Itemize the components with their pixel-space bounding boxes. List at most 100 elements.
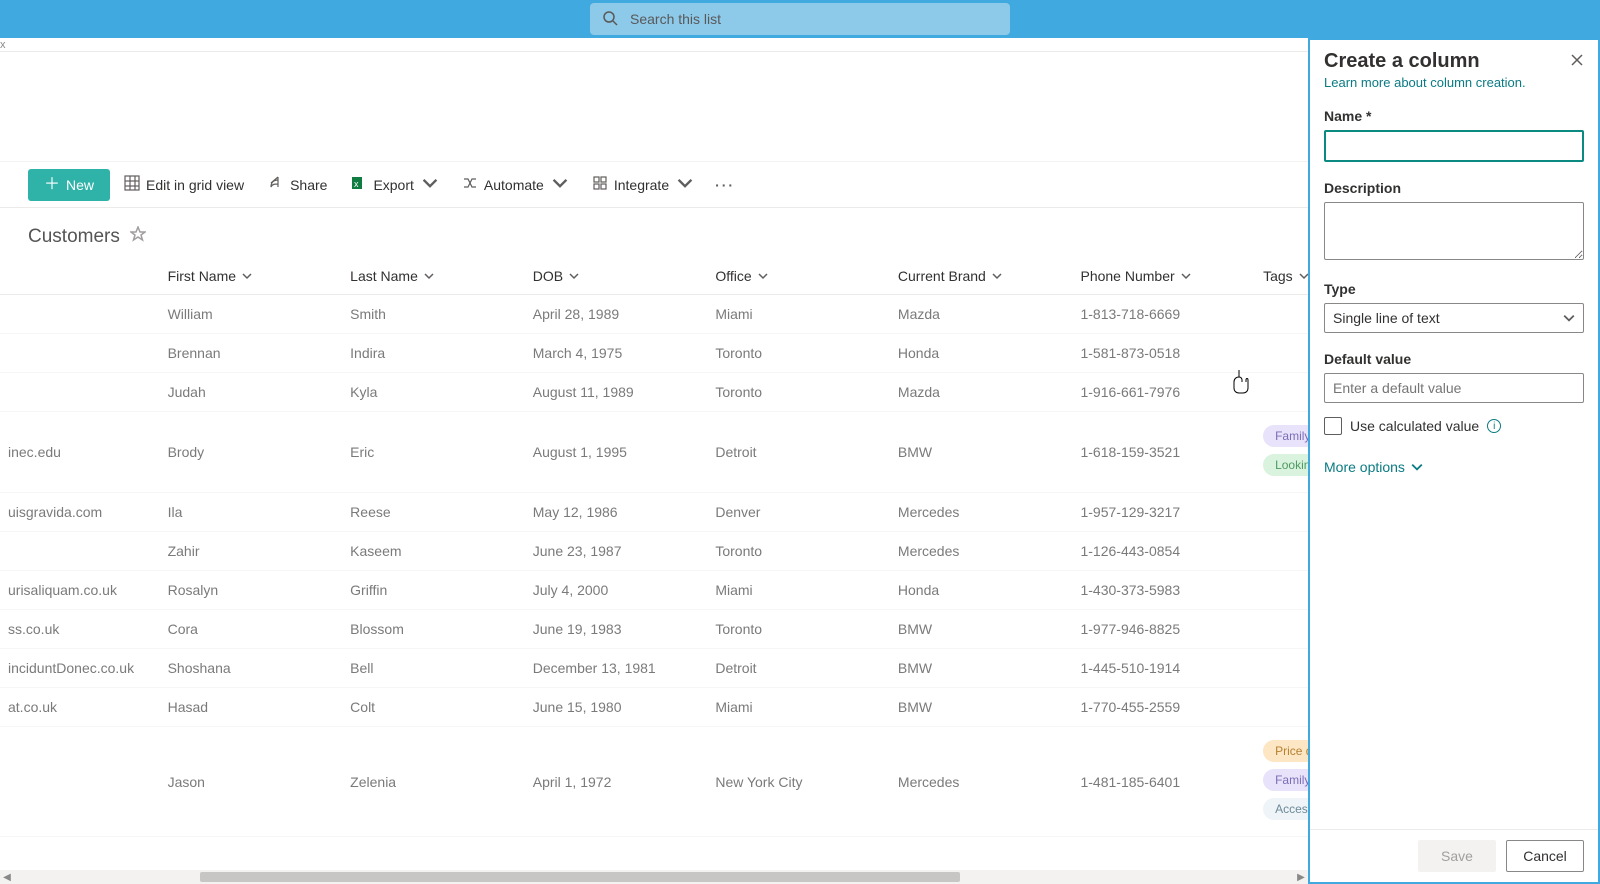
cell-first-name: Brennan — [160, 334, 343, 373]
cell-clip: at.co.uk — [0, 688, 160, 727]
default-value-input[interactable] — [1324, 373, 1584, 403]
horizontal-scrollbar[interactable]: ◀ ▶ — [0, 870, 1308, 884]
cell-clip — [0, 727, 160, 837]
type-selected-value: Single line of text — [1333, 310, 1440, 326]
cell-first-name: Rosalyn — [160, 571, 343, 610]
cell-dob: June 19, 1983 — [525, 610, 708, 649]
column-type-select[interactable]: Single line of text — [1324, 303, 1584, 333]
cell-phone: 1-618-159-3521 — [1072, 412, 1255, 493]
description-field-label: Description — [1324, 180, 1584, 196]
cell-last-name: Eric — [342, 412, 525, 493]
cell-phone: 1-977-946-8825 — [1072, 610, 1255, 649]
cell-dob: April 1, 1972 — [525, 727, 708, 837]
column-header-last-name[interactable]: Last Name — [342, 258, 525, 295]
cell-brand: Mazda — [890, 373, 1073, 412]
info-icon[interactable]: i — [1487, 419, 1501, 433]
cell-first-name: Ila — [160, 493, 343, 532]
scroll-track[interactable] — [14, 870, 1294, 884]
header-label: Tags — [1263, 268, 1293, 284]
column-header-clip — [0, 258, 160, 295]
integrate-button[interactable]: Integrate — [582, 169, 703, 201]
use-calculated-checkbox[interactable] — [1324, 417, 1342, 435]
grid-icon — [124, 175, 140, 194]
cell-dob: August 11, 1989 — [525, 373, 708, 412]
more-actions-button[interactable]: ··· — [707, 177, 743, 193]
cell-brand: BMW — [890, 610, 1073, 649]
cell-phone: 1-813-718-6669 — [1072, 295, 1255, 334]
clip-indicator: x — [0, 39, 6, 51]
share-icon — [268, 175, 284, 194]
cell-brand: Honda — [890, 571, 1073, 610]
save-button[interactable]: Save — [1418, 840, 1496, 872]
learn-more-link[interactable]: Learn more about column creation. — [1324, 75, 1584, 90]
integrate-icon — [592, 175, 608, 194]
cell-last-name: Colt — [342, 688, 525, 727]
scroll-right-arrow-icon[interactable]: ▶ — [1294, 872, 1308, 883]
favorite-star-icon[interactable] — [130, 226, 146, 248]
app-header — [0, 0, 1600, 38]
chevron-down-icon — [420, 175, 438, 194]
cell-phone: 1-770-455-2559 — [1072, 688, 1255, 727]
integrate-label: Integrate — [614, 177, 669, 193]
excel-icon: x — [351, 175, 367, 194]
scroll-thumb[interactable] — [200, 872, 960, 882]
default-value-label: Default value — [1324, 351, 1584, 367]
more-options-toggle[interactable]: More options — [1324, 459, 1584, 475]
chevron-down-icon — [1563, 312, 1575, 324]
automate-button[interactable]: Automate — [452, 169, 578, 201]
cancel-button[interactable]: Cancel — [1506, 840, 1584, 872]
cell-brand: BMW — [890, 649, 1073, 688]
panel-footer: Save Cancel — [1310, 829, 1598, 882]
cell-first-name: Zahir — [160, 532, 343, 571]
name-field-label: Name * — [1324, 108, 1584, 124]
cell-phone: 1-430-373-5983 — [1072, 571, 1255, 610]
cell-brand: Mercedes — [890, 727, 1073, 837]
header-label: First Name — [168, 268, 236, 284]
export-button[interactable]: x Export — [341, 169, 447, 201]
cell-brand: BMW — [890, 412, 1073, 493]
column-name-input[interactable] — [1324, 130, 1584, 162]
panel-title: Create a column — [1324, 50, 1480, 73]
svg-text:x: x — [354, 179, 359, 189]
edit-grid-button[interactable]: Edit in grid view — [114, 169, 254, 201]
column-header-office[interactable]: Office — [707, 258, 890, 295]
cell-clip — [0, 334, 160, 373]
search-box[interactable] — [590, 3, 1010, 35]
chevron-down-icon — [242, 271, 252, 281]
column-header-first-name[interactable]: First Name — [160, 258, 343, 295]
cell-dob: May 12, 1986 — [525, 493, 708, 532]
search-icon — [602, 10, 628, 29]
more-options-label: More options — [1324, 459, 1405, 475]
cell-first-name: Brody — [160, 412, 343, 493]
cell-dob: March 4, 1975 — [525, 334, 708, 373]
search-input[interactable] — [628, 10, 998, 28]
header-label: Office — [715, 268, 751, 284]
cell-brand: Mercedes — [890, 493, 1073, 532]
column-header-phone[interactable]: Phone Number — [1072, 258, 1255, 295]
create-column-panel: Create a column Learn more about column … — [1308, 38, 1600, 884]
column-description-input[interactable] — [1324, 202, 1584, 260]
cell-last-name: Griffin — [342, 571, 525, 610]
header-label: Current Brand — [898, 268, 986, 284]
column-header-dob[interactable]: DOB — [525, 258, 708, 295]
new-button-label: New — [66, 177, 94, 193]
new-button[interactable]: ＋ New — [28, 169, 110, 201]
cell-dob: April 28, 1989 — [525, 295, 708, 334]
cell-clip — [0, 532, 160, 571]
chevron-down-icon — [569, 271, 579, 281]
cell-clip: inec.edu — [0, 412, 160, 493]
column-header-brand[interactable]: Current Brand — [890, 258, 1073, 295]
cell-dob: December 13, 1981 — [525, 649, 708, 688]
cell-clip: inciduntDonec.co.uk — [0, 649, 160, 688]
cell-last-name: Indira — [342, 334, 525, 373]
list-title: Customers — [28, 226, 120, 248]
cell-brand: Mercedes — [890, 532, 1073, 571]
flow-icon — [462, 175, 478, 194]
cell-dob: June 23, 1987 — [525, 532, 708, 571]
cell-dob: July 4, 2000 — [525, 571, 708, 610]
scroll-left-arrow-icon[interactable]: ◀ — [0, 872, 14, 883]
cell-first-name: Cora — [160, 610, 343, 649]
close-icon[interactable] — [1570, 53, 1584, 70]
share-button[interactable]: Share — [258, 169, 337, 201]
chevron-down-icon — [992, 271, 1002, 281]
